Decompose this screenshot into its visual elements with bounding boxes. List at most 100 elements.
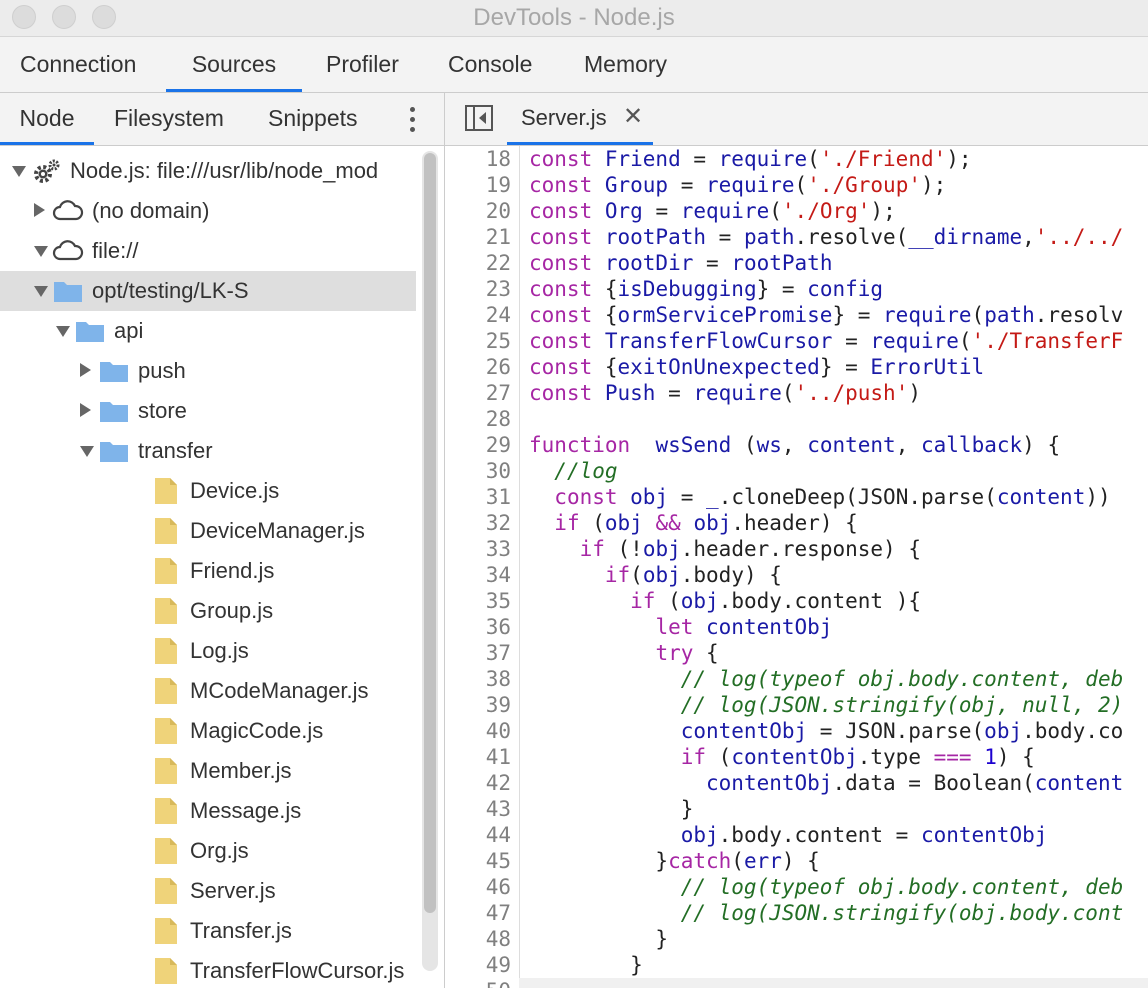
tab-filesystem[interactable]: Filesystem: [114, 93, 224, 145]
tree-item[interactable]: MCodeManager.js: [0, 671, 416, 711]
code-text: if (contentObj.type === 1) {: [529, 744, 1035, 770]
tree-item[interactable]: store: [0, 391, 416, 431]
tree-item[interactable]: Message.js: [0, 791, 416, 831]
tree-item[interactable]: transfer: [0, 431, 416, 471]
line-number[interactable]: 37: [445, 640, 511, 666]
more-options-icon[interactable]: [406, 105, 418, 133]
tab-node[interactable]: Node: [0, 93, 94, 145]
expand-arrow-down-icon[interactable]: [80, 446, 94, 457]
line-number[interactable]: 32: [445, 510, 511, 536]
line-number[interactable]: 23: [445, 276, 511, 302]
line-number[interactable]: 43: [445, 796, 511, 822]
tree-item[interactable]: file://: [0, 231, 416, 271]
tree-item[interactable]: opt/testing/LK-S: [0, 271, 416, 311]
close-icon[interactable]: ✕: [623, 93, 643, 141]
code-text: }catch(err) {: [529, 848, 819, 874]
file-icon: [155, 718, 177, 744]
expand-arrow-down-icon[interactable]: [34, 286, 48, 297]
code-editor[interactable]: 18 const Friend = require('./Friend'); 19 c…: [445, 146, 1148, 988]
line-number[interactable]: 24: [445, 302, 511, 328]
navigator-pane: Node Filesystem Snippets Node.js: file:/…: [0, 93, 445, 988]
code-token: =: [693, 251, 732, 275]
line-number[interactable]: 40: [445, 718, 511, 744]
code-token: obj: [984, 719, 1023, 743]
file-tree: Node.js: file:///usr/lib/node_mod (no dom…: [0, 151, 416, 988]
code-line: 46 // log(typeof obj.body.content, deb: [445, 874, 1148, 900]
code-text: const rootPath = path.resolve(__dirname,…: [529, 224, 1123, 250]
line-number[interactable]: 46: [445, 874, 511, 900]
line-number[interactable]: 34: [445, 562, 511, 588]
code-line: 31 const obj = _.cloneDeep(JSON.parse(co…: [445, 484, 1148, 510]
line-number[interactable]: 49: [445, 952, 511, 978]
line-number[interactable]: 22: [445, 250, 511, 276]
tree-item[interactable]: Org.js: [0, 831, 416, 871]
expand-arrow-down-icon[interactable]: [12, 166, 26, 177]
toggle-navigator-icon[interactable]: [465, 105, 493, 131]
tree-item[interactable]: Log.js: [0, 631, 416, 671]
tree-item[interactable]: Friend.js: [0, 551, 416, 591]
navigator-scrollbar[interactable]: [422, 151, 438, 971]
code-token: ) {: [996, 745, 1035, 769]
tab-memory[interactable]: Memory: [584, 37, 667, 92]
expand-arrow-down-icon[interactable]: [34, 246, 48, 257]
line-number[interactable]: 18: [445, 146, 511, 172]
line-number[interactable]: 50: [445, 978, 511, 988]
code-token: )): [1085, 485, 1111, 509]
line-number[interactable]: 44: [445, 822, 511, 848]
tree-item[interactable]: Member.js: [0, 751, 416, 791]
line-number[interactable]: 45: [445, 848, 511, 874]
tree-item[interactable]: MagicCode.js: [0, 711, 416, 751]
code-text: }: [529, 926, 668, 952]
line-number[interactable]: 25: [445, 328, 511, 354]
editor-tab-server-js[interactable]: Server.js ✕: [507, 93, 653, 145]
line-number[interactable]: 26: [445, 354, 511, 380]
tree-item[interactable]: (no domain): [0, 191, 416, 231]
code-token: ,: [1022, 225, 1035, 249]
tree-item[interactable]: TransferFlowCursor.js: [0, 951, 416, 988]
line-number[interactable]: 47: [445, 900, 511, 926]
expand-arrow-right-icon[interactable]: [80, 403, 91, 417]
tree-item[interactable]: Device.js: [0, 471, 416, 511]
tree-item[interactable]: Transfer.js: [0, 911, 416, 951]
cloud-icon: [52, 240, 84, 261]
line-number[interactable]: 28: [445, 406, 511, 432]
line-number[interactable]: 38: [445, 666, 511, 692]
line-number[interactable]: 42: [445, 770, 511, 796]
code-line: 36 let contentObj: [445, 614, 1148, 640]
line-number[interactable]: 21: [445, 224, 511, 250]
code-token: .body.co: [1022, 719, 1124, 743]
line-number[interactable]: 20: [445, 198, 511, 224]
expand-arrow-right-icon[interactable]: [34, 203, 45, 217]
tree-item[interactable]: DeviceManager.js: [0, 511, 416, 551]
expand-arrow-right-icon[interactable]: [80, 363, 91, 377]
line-number[interactable]: 39: [445, 692, 511, 718]
line-number[interactable]: 30: [445, 458, 511, 484]
tree-item[interactable]: api: [0, 311, 416, 351]
tree-item[interactable]: Server.js: [0, 871, 416, 911]
tab-console[interactable]: Console: [448, 37, 532, 92]
code-token: .body.content =: [718, 823, 921, 847]
line-number[interactable]: 36: [445, 614, 511, 640]
tab-profiler[interactable]: Profiler: [326, 37, 399, 92]
navigator-scrollbar-thumb[interactable]: [424, 153, 436, 913]
line-number[interactable]: 27: [445, 380, 511, 406]
line-number[interactable]: 29: [445, 432, 511, 458]
line-number[interactable]: 41: [445, 744, 511, 770]
expand-arrow-down-icon[interactable]: [56, 326, 70, 337]
line-number[interactable]: 31: [445, 484, 511, 510]
tree-item-label: Device.js: [190, 478, 280, 503]
tree-item[interactable]: Group.js: [0, 591, 416, 631]
code-line: 19 const Group = require('./Group');: [445, 172, 1148, 198]
line-number[interactable]: 33: [445, 536, 511, 562]
line-number[interactable]: 35: [445, 588, 511, 614]
tab-sources[interactable]: Sources: [166, 37, 302, 92]
tab-snippets[interactable]: Snippets: [268, 93, 358, 145]
tab-connection[interactable]: Connection: [20, 37, 136, 92]
code-token: (: [807, 147, 820, 171]
tree-item[interactable]: Node.js: file:///usr/lib/node_mod: [0, 151, 416, 191]
tree-item[interactable]: push: [0, 351, 416, 391]
line-number[interactable]: 48: [445, 926, 511, 952]
editor-horizontal-scrollbar[interactable]: [519, 978, 1148, 988]
line-number[interactable]: 19: [445, 172, 511, 198]
